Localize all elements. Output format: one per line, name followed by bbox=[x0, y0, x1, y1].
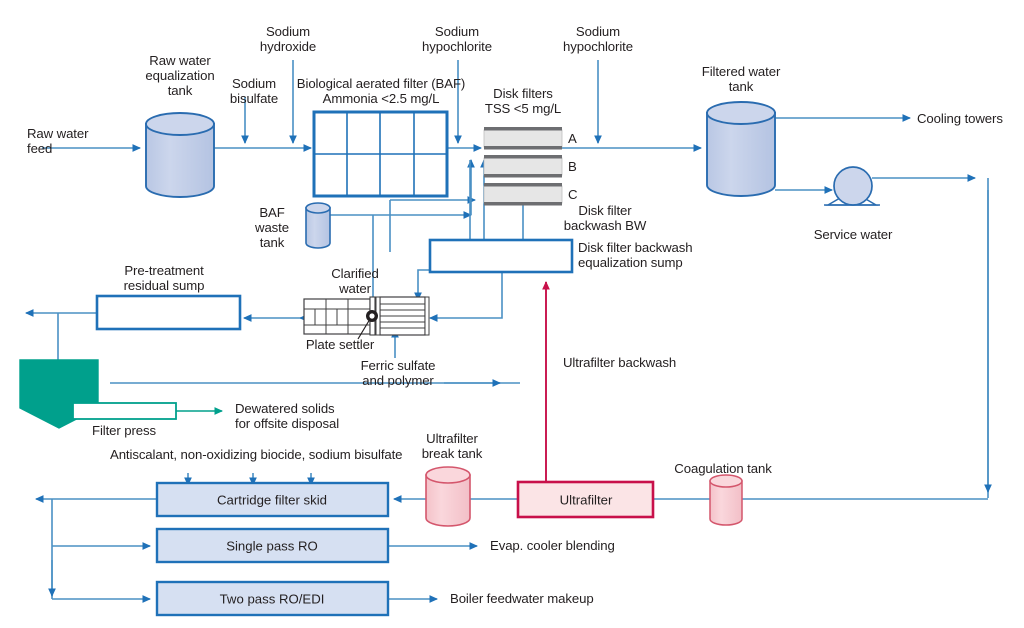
label-ultrafilter-backwash: Ultrafilter backwash bbox=[563, 355, 677, 370]
label-disk-filters: Disk filters TSS <5 mg/L bbox=[484, 86, 562, 116]
coagulation-tank bbox=[709, 474, 743, 526]
pipe-clarifier-inlet bbox=[428, 270, 503, 322]
label-ultrafilter: Ultrafilter bbox=[559, 492, 613, 508]
service-water-pump bbox=[824, 166, 880, 206]
label-antiscalant-dosing: Antiscalant, non-oxidizing biocide, sodi… bbox=[110, 447, 403, 462]
pipe-sump-out-left bbox=[414, 269, 432, 302]
disk-filter-a bbox=[483, 127, 563, 150]
label-sodium-hydroxide: Sodium hydroxide bbox=[259, 24, 317, 54]
biological-aerated-filter bbox=[312, 110, 449, 198]
label-dewatered-solids: Dewatered solids for offsite disposal bbox=[235, 401, 340, 431]
label-ferric-sulfate-and-polymer: Ferric sulfate and polymer bbox=[360, 358, 436, 388]
label-raw-water-equalization-tank: Raw water equalization tank bbox=[145, 53, 215, 98]
thickener-group bbox=[19, 359, 224, 429]
process-flow-diagram: Raw water feed Raw water equalization tank … bbox=[0, 0, 1024, 628]
disk-filters bbox=[483, 127, 563, 206]
filter-press-box bbox=[72, 402, 177, 420]
label-raw-water-feed: Raw water feed bbox=[27, 126, 89, 156]
label-cooling-towers: Cooling towers bbox=[917, 111, 1003, 126]
clarifier-plate-settler bbox=[303, 296, 430, 340]
label-ultrafilter-break-tank: Ultrafilter break tank bbox=[421, 431, 483, 461]
label-filter-press: Filter press bbox=[91, 423, 157, 438]
label-boiler-feedwater-makeup: Boiler feedwater makeup bbox=[450, 591, 594, 606]
raw-water-equalization-tank bbox=[145, 112, 215, 198]
pre-treatment-residual-sump bbox=[95, 294, 242, 331]
label-service-water: Service water bbox=[813, 227, 893, 242]
label-biological-aerated-filter: Biological aerated filter (BAF) Ammonia <… bbox=[296, 76, 466, 106]
label-disk-filter-backwash-bw: Disk filter backwash BW bbox=[563, 203, 647, 233]
filtered-water-tank bbox=[706, 101, 776, 197]
disk-filter-b bbox=[483, 155, 563, 178]
label-pre-treatment-residual-sump: Pre-treatment residual sump bbox=[123, 263, 205, 293]
baf-waste-tank bbox=[305, 202, 331, 249]
label-coagulation-tank: Coagulation tank bbox=[674, 461, 772, 476]
label-cartridge-filter-skid: Cartridge filter skid bbox=[217, 492, 327, 508]
label-plate-settler: Plate settler bbox=[305, 337, 375, 352]
label-sodium-bisulfate: Sodium bisulfate bbox=[229, 76, 279, 106]
ultrafilter-break-tank bbox=[425, 466, 471, 527]
label-sodium-hypochlorite-2: Sodium hypochlorite bbox=[563, 24, 633, 54]
label-baf-waste-tank: BAF waste tank bbox=[255, 205, 289, 250]
label-disk-filter-backwash-equalization-sump: Disk filter backwash equalization sump bbox=[578, 240, 693, 270]
label-clarified-water: Clarified water bbox=[331, 266, 379, 296]
disk-filter-backwash-equalization-sump bbox=[428, 238, 574, 274]
label-single-pass-ro: Single pass RO bbox=[226, 538, 318, 554]
label-disk-filter-c: C bbox=[568, 187, 578, 202]
label-two-pass-ro-edi: Two pass RO/EDI bbox=[219, 591, 325, 607]
label-filtered-water-tank: Filtered water tank bbox=[701, 64, 781, 94]
label-disk-filter-b: B bbox=[568, 159, 577, 174]
label-disk-filter-a: A bbox=[568, 131, 577, 146]
label-evap-cooler-blending: Evap. cooler blending bbox=[490, 538, 615, 553]
disk-filter-c bbox=[483, 183, 563, 206]
label-sodium-hypochlorite-1: Sodium hypochlorite bbox=[422, 24, 492, 54]
